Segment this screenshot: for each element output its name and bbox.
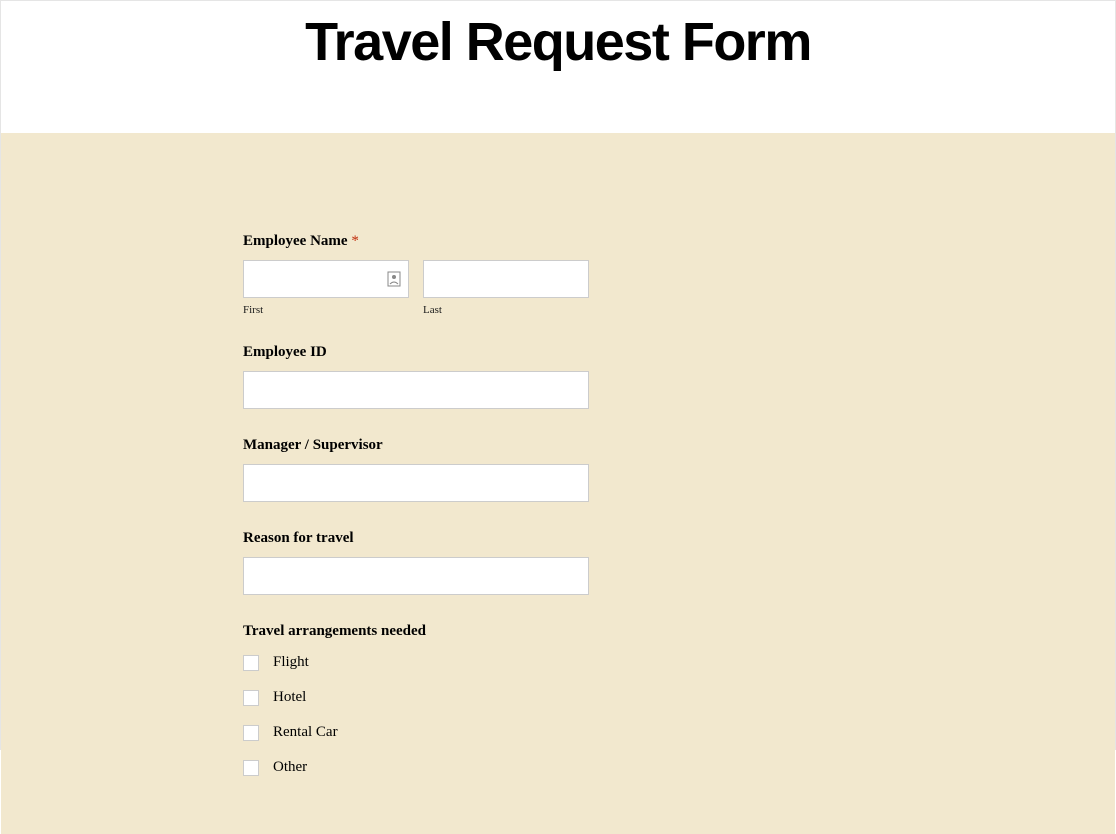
employee-name-label: Employee Name * [243,233,848,250]
checkbox-row-rental-car: Rental Car [243,724,848,741]
employee-name-field: Employee Name * [243,233,848,316]
form-section: Employee Name * [1,133,1115,834]
employee-id-label: Employee ID [243,344,848,361]
required-marker: * [351,233,359,249]
header-section: Travel Request Form [1,1,1115,133]
flight-checkbox-label: Flight [273,654,309,671]
flight-checkbox[interactable] [243,655,259,671]
rental-car-checkbox-label: Rental Car [273,724,338,741]
checkbox-row-flight: Flight [243,654,848,671]
checkbox-row-hotel: Hotel [243,689,848,706]
arrangements-label: Travel arrangements needed [243,623,848,640]
rental-car-checkbox[interactable] [243,725,259,741]
other-checkbox[interactable] [243,760,259,776]
employee-id-input[interactable] [243,371,589,409]
checkbox-row-other: Other [243,759,848,776]
hotel-checkbox-label: Hotel [273,689,306,706]
other-checkbox-label: Other [273,759,307,776]
arrangements-field: Travel arrangements needed Flight Hotel … [243,623,848,776]
last-name-input[interactable] [423,260,589,298]
manager-input[interactable] [243,464,589,502]
reason-field: Reason for travel [243,530,848,595]
reason-input[interactable] [243,557,589,595]
manager-field: Manager / Supervisor [243,437,848,502]
page-title: Travel Request Form [1,11,1115,73]
last-name-sublabel: Last [423,304,589,316]
first-name-sublabel: First [243,304,409,316]
reason-label: Reason for travel [243,530,848,547]
hotel-checkbox[interactable] [243,690,259,706]
form-container: Employee Name * [268,233,848,776]
employee-name-label-text: Employee Name [243,233,348,249]
first-name-input[interactable] [243,260,409,298]
employee-id-field: Employee ID [243,344,848,409]
manager-label: Manager / Supervisor [243,437,848,454]
